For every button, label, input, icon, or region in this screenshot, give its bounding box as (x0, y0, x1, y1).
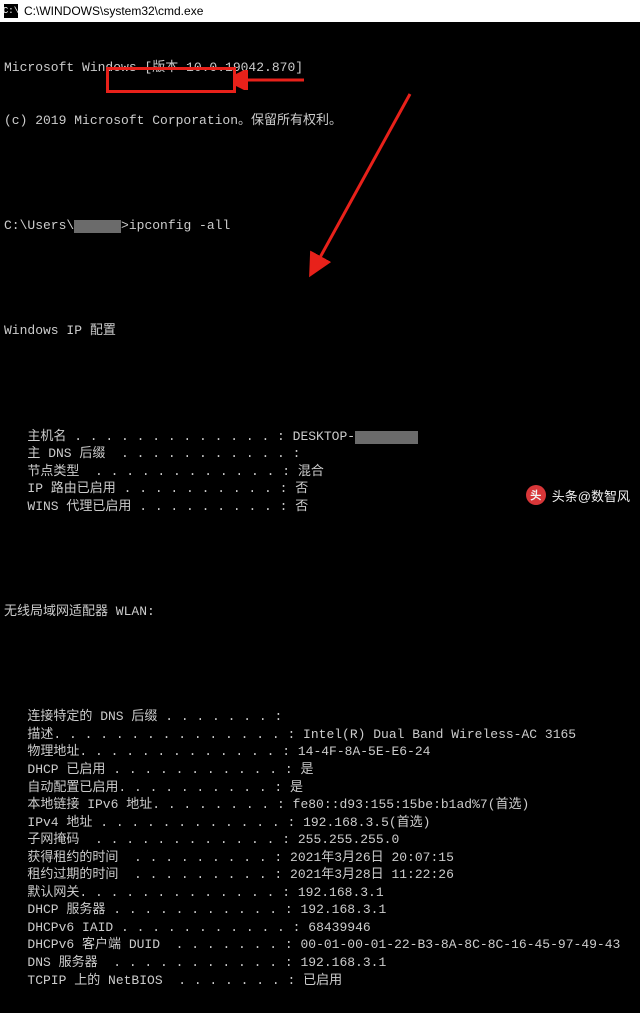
config-row: 描述. . . . . . . . . . . . . . . : Intel(… (4, 726, 636, 744)
config-value: 00-01-00-01-22-B3-8A-8C-8C-16-45-97-49-4… (300, 937, 620, 952)
config-label: DHCPv6 客户端 DUID (4, 937, 160, 952)
config-row: 获得租约的时间 . . . . . . . . . : 2021年3月26日 2… (4, 849, 636, 867)
config-row: DHCP 服务器 . . . . . . . . . . . : 192.168… (4, 901, 636, 919)
config-value: 2021年3月26日 20:07:15 (290, 850, 454, 865)
config-label: 获得租约的时间 (4, 850, 118, 865)
config-label: 主 DNS 后缀 (4, 446, 105, 461)
config-value: 是 (290, 780, 303, 795)
redacted-username (74, 220, 121, 233)
prompt-line: C:\Users\ >ipconfig -all (4, 217, 636, 235)
window-titlebar: C:\ C:\WINDOWS\system32\cmd.exe (0, 0, 640, 22)
config-row: DHCPv6 IAID . . . . . . . . . . . : 6843… (4, 919, 636, 937)
config-value: Intel(R) Dual Band Wireless-AC 3165 (303, 727, 576, 742)
config-value: 是 (300, 762, 313, 777)
config-value: 14-4F-8A-5E-E6-24 (298, 744, 431, 759)
config-value: 192.168.3.1 (298, 885, 384, 900)
config-label: 租约过期的时间 (4, 867, 118, 882)
config-row: 子网掩码 . . . . . . . . . . . . : 255.255.2… (4, 831, 636, 849)
config-value: 否 (295, 481, 308, 496)
config-value: 已启用 (303, 973, 342, 988)
config-row: 物理地址. . . . . . . . . . . . . : 14-4F-8A… (4, 743, 636, 761)
config-value: 192.168.3.5(首选) (303, 815, 430, 830)
header-line-2: (c) 2019 Microsoft Corporation。保留所有权利。 (4, 112, 636, 130)
config-row: 连接特定的 DNS 后缀 . . . . . . . : (4, 708, 636, 726)
config-label: 默认网关 (4, 885, 79, 900)
config-row: 自动配置已启用. . . . . . . . . . : 是 (4, 779, 636, 797)
command-text: ipconfig -all (129, 218, 230, 233)
config-label: 子网掩码 (4, 832, 79, 847)
config-row: 租约过期的时间 . . . . . . . . . : 2021年3月28日 1… (4, 866, 636, 884)
config-value: 255.255.255.0 (298, 832, 399, 847)
config-label: DHCP 服务器 (4, 902, 105, 917)
config-value: DESKTOP- (293, 429, 355, 444)
cmd-icon: C:\ (4, 4, 18, 18)
config-row: DNS 服务器 . . . . . . . . . . . : 192.168.… (4, 954, 636, 972)
config-row: 主 DNS 后缀 . . . . . . . . . . . : (4, 445, 636, 463)
config-value: 混合 (298, 464, 324, 479)
watermark-text: 头条@数智风 (552, 486, 630, 505)
section-ipconfig-title: Windows IP 配置 (4, 322, 636, 340)
redacted-value (355, 431, 417, 444)
config-label: 连接特定的 DNS 后缀 (4, 709, 157, 724)
section-wlan-title: 无线局域网适配器 WLAN: (4, 603, 636, 621)
config-label: DHCPv6 IAID (4, 920, 113, 935)
window-title: C:\WINDOWS\system32\cmd.exe (24, 4, 203, 18)
config-value: 2021年3月28日 11:22:26 (290, 867, 454, 882)
section-wlan-body: 连接特定的 DNS 后缀 . . . . . . . : 描述. . . . .… (4, 708, 636, 989)
config-label: 本地链接 IPv6 地址 (4, 797, 152, 812)
config-row: DHCP 已启用 . . . . . . . . . . . : 是 (4, 761, 636, 779)
config-label: 描述 (4, 727, 53, 742)
config-label: DHCP 已启用 (4, 762, 105, 777)
config-label: 物理地址 (4, 744, 79, 759)
config-value: 68439946 (308, 920, 370, 935)
config-value: 192.168.3.1 (300, 902, 386, 917)
config-row: 默认网关. . . . . . . . . . . . . : 192.168.… (4, 884, 636, 902)
config-row: TCPIP 上的 NetBIOS . . . . . . . : 已启用 (4, 972, 636, 990)
config-row: 主机名 . . . . . . . . . . . . . : DESKTOP- (4, 428, 636, 446)
terminal-output[interactable]: Microsoft Windows [版本 10.0.19042.870] (c… (0, 22, 640, 1013)
config-label: DNS 服务器 (4, 955, 98, 970)
config-row: IPv4 地址 . . . . . . . . . . . . : 192.16… (4, 814, 636, 832)
config-row: 节点类型 . . . . . . . . . . . . : 混合 (4, 463, 636, 481)
config-label: WINS 代理已启用 (4, 499, 131, 514)
config-label: 节点类型 (4, 464, 79, 479)
watermark-logo-icon: 头 (526, 485, 546, 505)
config-label: IP 路由已启用 (4, 481, 116, 496)
config-value: 192.168.3.1 (300, 955, 386, 970)
config-label: 主机名 (4, 429, 66, 444)
config-row: DHCPv6 客户端 DUID . . . . . . . : 00-01-00… (4, 936, 636, 954)
config-value: fe80::d93:155:15be:b1ad%7(首选) (293, 797, 530, 812)
config-label: 自动配置已启用 (4, 780, 118, 795)
watermark: 头 头条@数智风 (526, 485, 630, 505)
header-line-1: Microsoft Windows [版本 10.0.19042.870] (4, 59, 636, 77)
config-value: 否 (295, 499, 308, 514)
config-row: 本地链接 IPv6 地址. . . . . . . . : fe80::d93:… (4, 796, 636, 814)
config-label: TCPIP 上的 NetBIOS (4, 973, 163, 988)
config-label: IPv4 地址 (4, 815, 92, 830)
